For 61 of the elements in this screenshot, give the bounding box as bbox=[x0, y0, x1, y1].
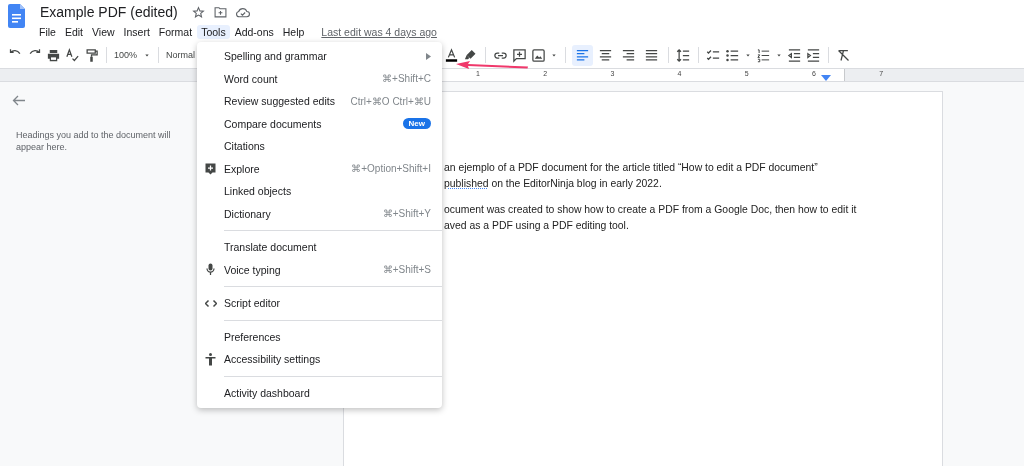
text-color-icon[interactable] bbox=[444, 47, 460, 63]
numbered-list-icon[interactable] bbox=[756, 47, 772, 63]
menu-option[interactable]: Accessibility settings bbox=[197, 348, 442, 371]
menu-option[interactable]: Activity dashboard bbox=[197, 381, 442, 404]
decrease-indent-icon[interactable] bbox=[787, 47, 803, 63]
menu-option[interactable]: Dictionary ⌘+Shift+Y bbox=[197, 202, 442, 225]
body-text: ocument was created to show how to create a PDF from a Google Doc, then how to edit it bbox=[444, 203, 858, 217]
cloud-icon[interactable] bbox=[235, 6, 250, 18]
document-title[interactable]: Example PDF (edited) bbox=[40, 4, 178, 20]
paint-format-icon[interactable] bbox=[84, 47, 99, 63]
print-icon[interactable] bbox=[46, 47, 61, 63]
spellcheck-icon[interactable] bbox=[65, 47, 80, 63]
menu-item[interactable]: Insert bbox=[119, 25, 154, 39]
checklist-icon[interactable] bbox=[706, 47, 722, 63]
line-spacing-icon[interactable] bbox=[676, 47, 692, 63]
image-icon[interactable] bbox=[531, 47, 547, 63]
arrow-annotation bbox=[456, 61, 528, 69]
align-left-icon[interactable] bbox=[572, 44, 594, 66]
style-dropdown[interactable]: Normal bbox=[166, 50, 197, 60]
menu-option[interactable]: Review suggested edits Ctrl+⌘O Ctrl+⌘U bbox=[197, 90, 442, 113]
code-icon bbox=[204, 298, 217, 308]
menu-option[interactable]: Translate document bbox=[197, 236, 442, 259]
indent-marker-icon[interactable] bbox=[821, 75, 831, 81]
menu-item[interactable]: Format bbox=[154, 25, 197, 39]
outline-hint: Headings you add to the document will appear here. bbox=[16, 129, 172, 153]
menu-option[interactable]: Linked objects bbox=[197, 180, 442, 203]
increase-indent-icon[interactable] bbox=[806, 47, 822, 63]
shortcut-text: ⌘+Shift+S bbox=[382, 264, 431, 276]
menu-option[interactable]: Word count ⌘+Shift+C bbox=[197, 67, 442, 90]
menu-item[interactable]: Help bbox=[278, 25, 309, 39]
menu-option[interactable]: Citations bbox=[197, 135, 442, 158]
accessibility-icon bbox=[205, 352, 216, 366]
microphone-icon bbox=[206, 263, 215, 277]
shortcut-text: ⌘+Option+Shift+I bbox=[351, 163, 431, 175]
new-badge: New bbox=[402, 118, 431, 130]
explore-icon bbox=[205, 162, 216, 175]
bulleted-list-icon[interactable] bbox=[725, 47, 741, 63]
menu-option[interactable]: Voice typing ⌘+Shift+S bbox=[197, 258, 442, 281]
shortcut-text: ⌘+Shift+C bbox=[382, 73, 431, 85]
shortcut-text: ⌘+Shift+Y bbox=[382, 208, 431, 220]
menu-option[interactable]: Spelling and grammar bbox=[197, 45, 442, 68]
document-icon[interactable] bbox=[8, 4, 25, 28]
menu-item[interactable]: Tools bbox=[197, 25, 230, 39]
menu-item[interactable]: File bbox=[35, 25, 60, 39]
folder-icon[interactable] bbox=[213, 6, 227, 18]
last-edit-link[interactable]: Last edit was 4 days ago bbox=[321, 26, 437, 38]
menu-option[interactable]: Compare documents New bbox=[197, 112, 442, 135]
menu-item[interactable]: View bbox=[88, 25, 119, 39]
back-arrow-icon[interactable] bbox=[12, 95, 25, 106]
menu-item[interactable]: Edit bbox=[60, 25, 87, 39]
add-comment-icon[interactable] bbox=[512, 47, 528, 63]
star-icon[interactable] bbox=[191, 5, 205, 19]
menu-item[interactable]: Add-ons bbox=[230, 25, 278, 39]
body-text: an ejemplo of a PDF document for the article titled “How to edit a PDF document” bbox=[444, 161, 819, 175]
menu-option[interactable]: Preferences bbox=[197, 325, 442, 348]
body-text: aved as a PDF using a PDF editing tool. bbox=[444, 218, 630, 233]
menu-option[interactable]: Script editor bbox=[197, 292, 442, 315]
body-text: published on the EditorNinja blog in early 2022. bbox=[444, 176, 663, 191]
zoom-dropdown[interactable]: 100% bbox=[114, 47, 154, 63]
menu-option[interactable]: Explore ⌘+Option+Shift+I bbox=[197, 157, 442, 180]
shortcut-text: Ctrl+⌘O Ctrl+⌘U bbox=[350, 95, 431, 107]
